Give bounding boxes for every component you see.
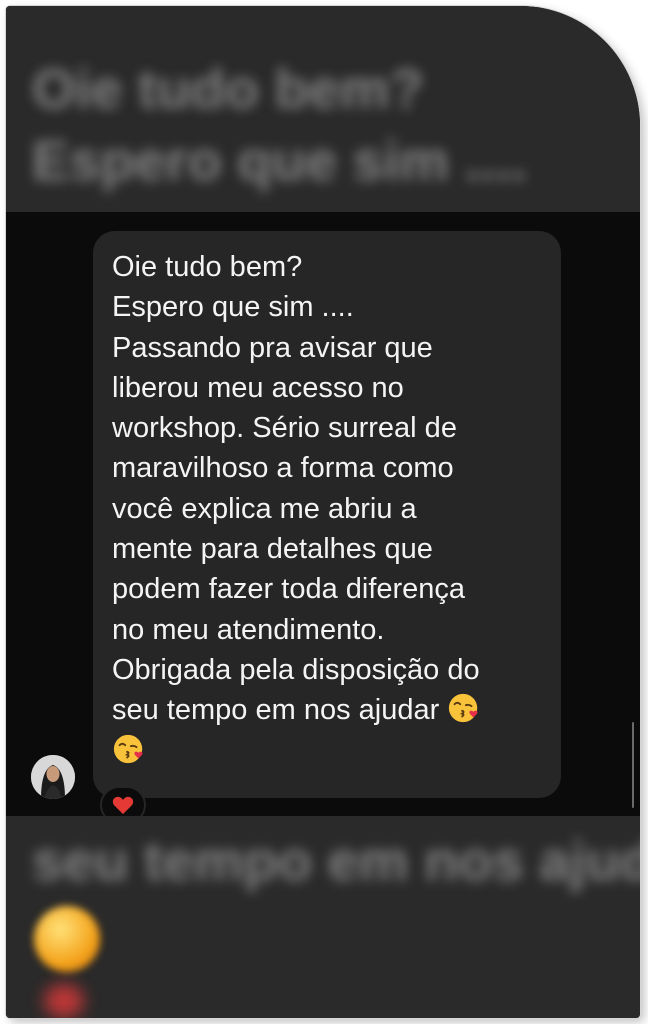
screenshot-frame: Oie tudo bem? Espero que sim .... Oie tu… — [6, 6, 640, 1018]
message-line: mente para detalhes que — [112, 533, 433, 566]
blurred-preview-bottom: seu tempo em nos ajuda — [6, 816, 640, 1018]
message-bubble[interactable]: Oie tudo bem? Espero que sim .... Passan… — [93, 231, 561, 798]
message-line: liberou meu acesso no — [112, 371, 404, 404]
blurred-preview-line: Espero que sim .... — [32, 129, 527, 192]
blurred-preview-top: Oie tudo bem? Espero que sim .... — [6, 6, 640, 212]
message-text: Oie tudo bem? Espero que sim .... Passan… — [112, 247, 541, 771]
message-line: podem fazer toda diferença — [112, 573, 466, 606]
message-line: Passando pra avisar que — [112, 331, 433, 364]
heart-reaction-icon — [112, 796, 134, 815]
message-line: Espero que sim .... — [112, 291, 354, 324]
avatar-portrait-icon — [31, 755, 75, 799]
message-line: seu tempo em nos ajudar — [112, 694, 440, 727]
message-line: workshop. Sério surreal de — [112, 412, 457, 445]
message-line: Oie tudo bem? — [112, 251, 303, 283]
message-line: no meu atendimento. — [112, 613, 385, 646]
message-line: você explica me abriu a — [112, 492, 417, 525]
blurred-heart-icon — [44, 984, 84, 1018]
avatar[interactable] — [31, 755, 75, 799]
blurred-preview-line: seu tempo em nos ajuda — [32, 829, 640, 892]
blurred-preview-line: Oie tudo bem? — [32, 57, 424, 120]
kissing-face-emoji — [113, 734, 143, 763]
kissing-face-emoji — [449, 694, 478, 723]
message-line: maravilhoso a forma como — [112, 452, 454, 485]
message-line: Obrigada pela disposição do — [112, 653, 480, 686]
scrollbar[interactable] — [632, 722, 634, 808]
blurred-emoji-icon — [34, 906, 100, 972]
